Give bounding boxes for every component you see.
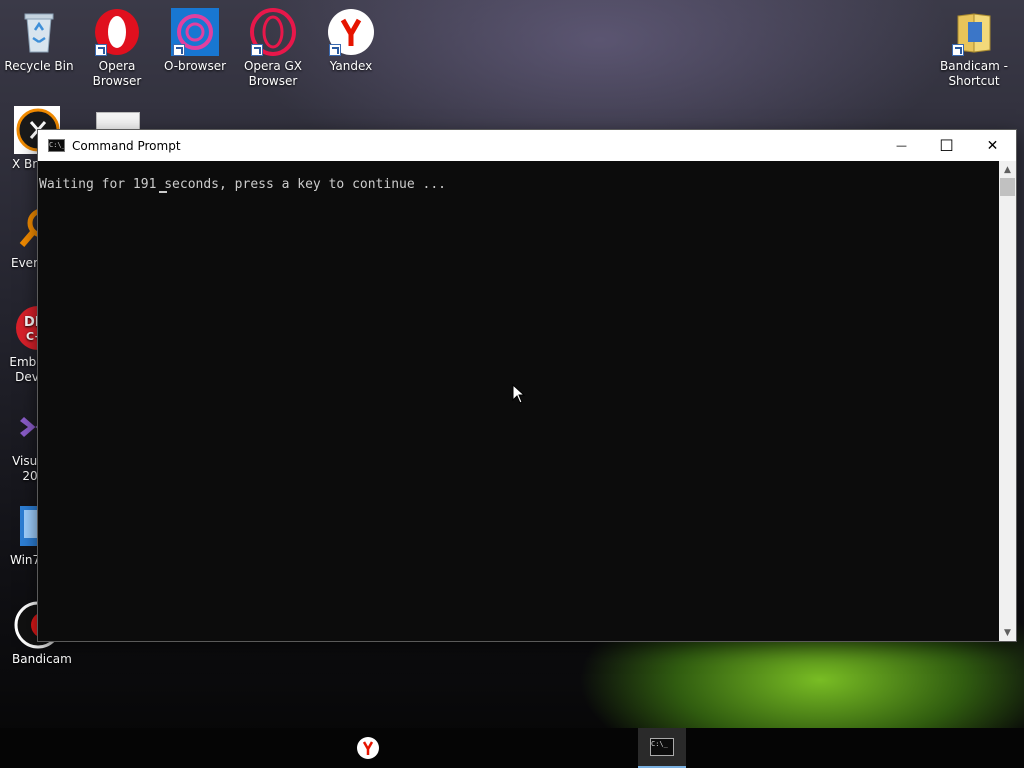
maximize-button[interactable]: ☐ [924, 130, 969, 161]
shortcut-arrow-icon [952, 44, 964, 56]
console-text: Waiting for 191 seconds, press a key to … [39, 177, 446, 192]
taskbar-yandex-button[interactable] [344, 728, 392, 768]
text-cursor [159, 191, 167, 193]
console-line: Waiting for 191 seconds, press a key to … [39, 177, 446, 192]
desktop-icon-yandex[interactable]: Yandex [315, 8, 387, 74]
desktop-icon-opera-gx[interactable]: Opera GX Browser [237, 8, 309, 89]
taskbar: C:\_ [0, 728, 1024, 768]
desktop-icon-o-browser[interactable]: O-browser [159, 8, 231, 74]
cmd-icon[interactable]: C:\_ [48, 139, 65, 152]
o-browser-icon [171, 8, 219, 56]
desktop-icon-recycle-bin[interactable]: Recycle Bin [3, 8, 75, 74]
shortcut-arrow-icon [251, 44, 263, 56]
desktop-icon-label: Bandicam - Shortcut [940, 59, 1008, 88]
minimize-icon: — [896, 139, 907, 152]
close-button[interactable]: ✕ [970, 130, 1015, 161]
shortcut-arrow-icon [329, 44, 341, 56]
opera-icon [93, 8, 141, 56]
desktop-icon-label: O-browser [163, 59, 227, 73]
desktop-icon-opera[interactable]: Opera Browser [81, 8, 153, 89]
shortcut-arrow-icon [173, 44, 185, 56]
desktop-icon-label: Yandex [329, 59, 373, 73]
desktop-icon-bandicam-shortcut[interactable]: Bandicam - Shortcut [938, 8, 1010, 89]
desktop-icon-label: Bandicam [12, 652, 72, 666]
taskbar-cmd-button[interactable]: C:\_ [638, 728, 686, 768]
cmd-taskbar-icon: C:\_ [650, 738, 674, 756]
scroll-up-icon[interactable]: ▲ [999, 161, 1016, 178]
recycle-bin-icon [15, 8, 63, 56]
desktop-icon-label: Opera GX Browser [243, 59, 303, 88]
desktop-icon-label: Opera Browser [92, 59, 142, 88]
opera-gx-icon [249, 8, 297, 56]
desktop-icon-label: Recycle Bin [4, 59, 74, 73]
yandex-icon [327, 8, 375, 56]
command-prompt-window[interactable]: C:\_ Command Prompt — ☐ ✕ Waiting for 19… [38, 130, 1016, 641]
minimize-button[interactable]: — [879, 130, 924, 161]
close-icon: ✕ [986, 137, 999, 154]
title-bar[interactable]: C:\_ Command Prompt — ☐ ✕ [38, 130, 1016, 161]
shortcut-arrow-icon [95, 44, 107, 56]
maximize-icon: ☐ [939, 136, 954, 155]
scroll-down-icon[interactable]: ▼ [999, 624, 1016, 641]
yandex-taskbar-icon [357, 737, 379, 759]
scrollbar-thumb[interactable] [1000, 178, 1015, 196]
folder-icon [950, 8, 998, 56]
vertical-scrollbar[interactable]: ▲ ▼ [999, 161, 1016, 641]
window-title: Command Prompt [72, 138, 181, 153]
